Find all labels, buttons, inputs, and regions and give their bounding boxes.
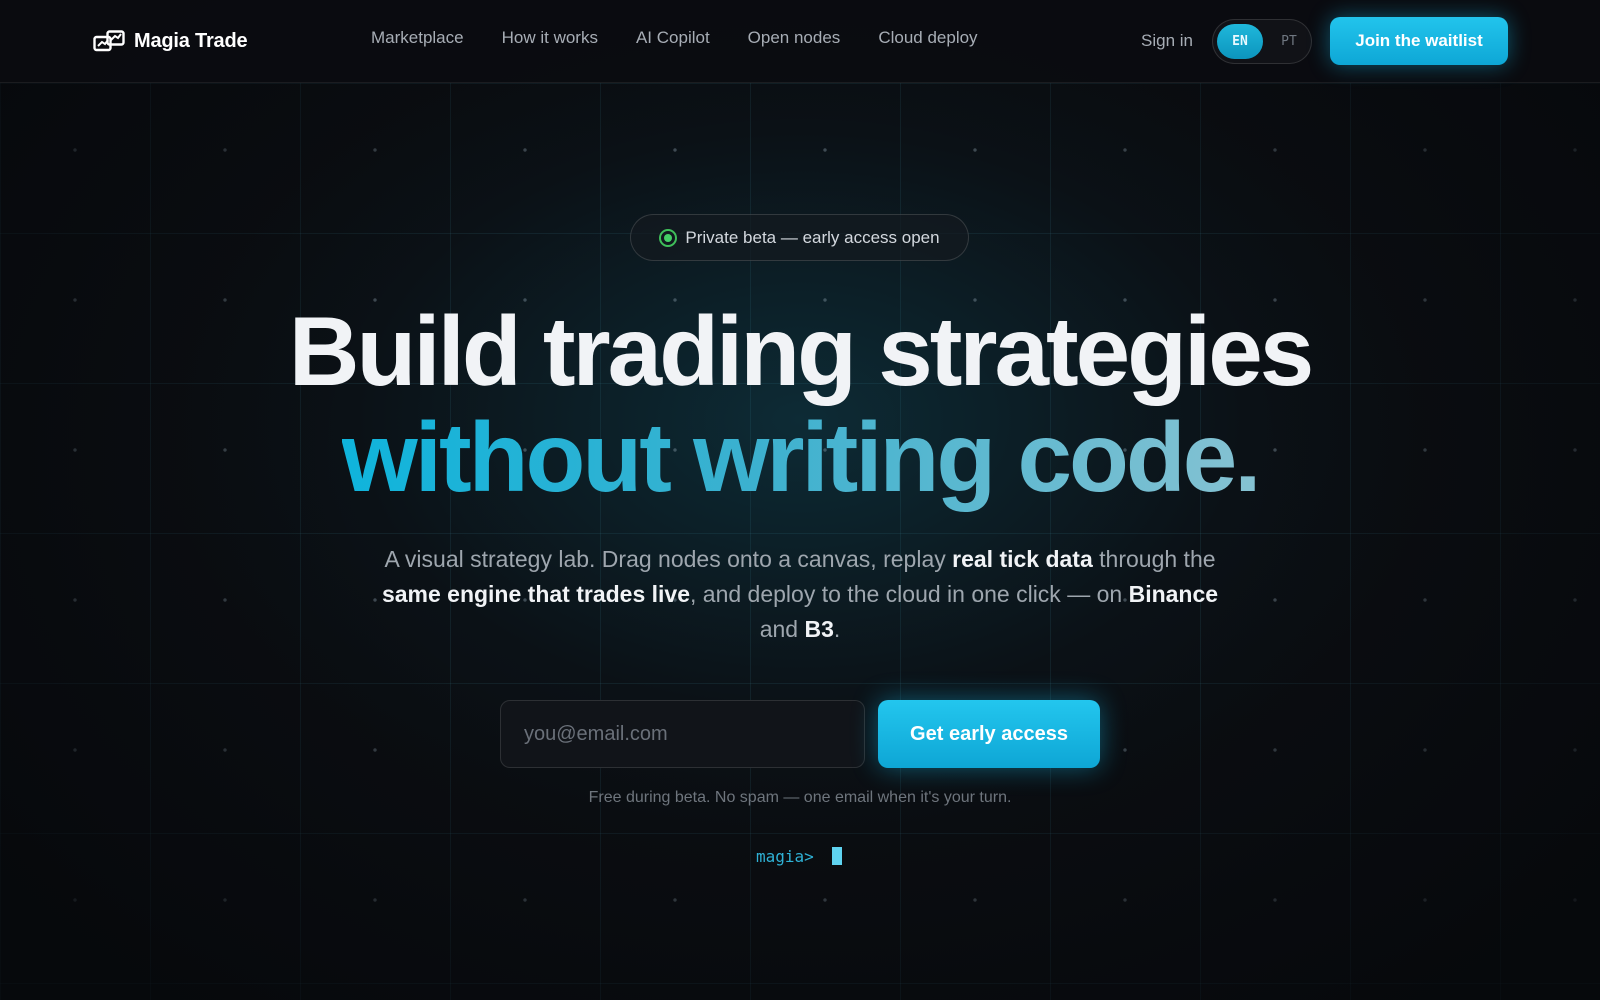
hero-subtitle: A visual strategy lab. Drag nodes onto a… [380,542,1220,647]
language-option-pt[interactable]: PT [1271,24,1307,59]
beta-status-badge: Private beta — early access open [630,214,969,261]
linked-charts-logo-icon [93,29,125,53]
signup-note: Free during beta. No spam — one email wh… [588,789,1012,806]
nav-link-how-it-works[interactable]: How it works [502,28,598,48]
top-nav: Magia Trade Marketplace How it works AI … [0,0,1600,83]
sign-in-link[interactable]: Sign in [1141,31,1193,51]
terminal-cursor-icon [831,847,842,865]
nav-link-cloud-deploy[interactable]: Cloud deploy [878,28,977,48]
terminal-prompt: magia> [756,845,842,867]
subtitle-text: A visual strategy lab. Drag nodes onto a… [384,546,953,572]
join-waitlist-button[interactable]: Join the waitlist [1330,17,1508,65]
hero-headline-line2: without writing code. [0,408,1600,506]
subtitle-text: and [759,616,805,642]
brand[interactable]: Magia Trade [93,26,248,56]
language-toggle: EN PT [1212,19,1312,64]
subtitle-highlight: B3 [804,616,834,642]
status-dot-icon [659,228,678,247]
get-early-access-button[interactable]: Get early access [878,700,1100,768]
subtitle-text: . [833,616,841,642]
nav-link-ai-copilot[interactable]: AI Copilot [636,28,710,48]
email-field[interactable] [500,700,865,768]
hero-headline-gradient-text: without writing code. [341,402,1262,512]
subtitle-text: , and deploy to the cloud in one click —… [690,581,1129,607]
subtitle-text: through the [1092,546,1216,572]
language-option-en[interactable]: EN [1217,24,1263,59]
subtitle-highlight: real tick data [952,546,1093,572]
subtitle-highlight: same engine that trades live [381,581,691,607]
subtitle-highlight: Binance [1128,581,1219,607]
terminal-prompt-text: magia> [756,846,814,866]
hero-headline-line1: Build trading strategies [288,296,1315,406]
brand-name: Magia Trade [134,29,248,52]
nav-links: Marketplace How it works AI Copilot Open… [371,28,978,48]
beta-status-text: Private beta — early access open [685,227,940,247]
nav-link-open-nodes[interactable]: Open nodes [748,28,841,48]
nav-link-marketplace[interactable]: Marketplace [371,28,464,48]
